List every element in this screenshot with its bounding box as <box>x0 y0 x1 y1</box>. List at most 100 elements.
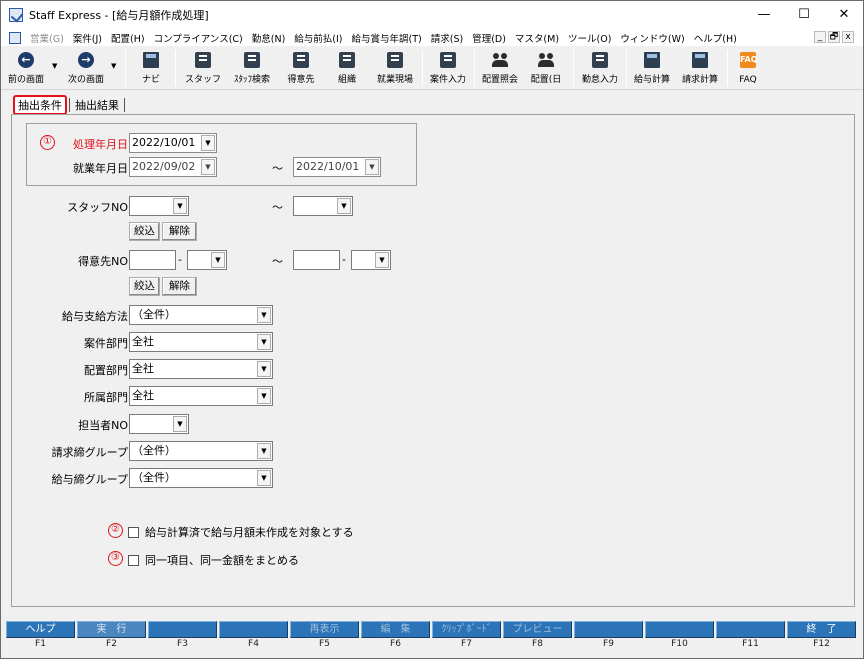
option-merge-checkbox[interactable]: 同一項目、同一金額をまとめる <box>128 552 299 568</box>
chevron-down-icon[interactable]: ▼ <box>201 135 215 151</box>
tab-extract-conditions[interactable]: 抽出条件 <box>13 95 67 115</box>
f1-label: F1 <box>35 639 46 649</box>
prev-dropdown-icon[interactable]: ▼ <box>52 62 57 70</box>
client-no-to-b-select[interactable]: ▼ <box>351 250 391 270</box>
toolbar-separator <box>175 50 176 86</box>
client-filter-button[interactable]: 絞込 <box>129 277 160 296</box>
staff-button[interactable]: スタッフ <box>183 48 223 88</box>
f4-button[interactable] <box>219 621 288 638</box>
placement-dept-value: 全社 <box>132 362 154 375</box>
staff-no-label: スタッフNO <box>67 201 128 214</box>
payroll-calc-button[interactable]: 給与計算 <box>629 48 675 88</box>
f2-execute-button[interactable]: 実 行 <box>77 621 146 638</box>
navi-icon <box>143 52 159 68</box>
pay-method-select[interactable]: （全件） ▼ <box>129 305 273 325</box>
chevron-down-icon[interactable]: ▼ <box>173 198 187 214</box>
chevron-down-icon[interactable]: ▼ <box>337 198 351 214</box>
faq-button[interactable]: FAQ FAQ <box>731 48 765 88</box>
menu-salary-advance[interactable]: 給与前払(I) <box>294 31 342 45</box>
client-no-to-a-input[interactable] <box>293 250 340 270</box>
option-uncreated-checkbox[interactable]: 給与計算済で給与月額未作成を対象とする <box>128 524 354 540</box>
placement-inquiry-button[interactable]: 配置照会 <box>477 48 523 88</box>
menu-window[interactable]: ウィンドウ(W) <box>620 31 684 45</box>
worksite-button[interactable]: 就業現場 <box>371 48 419 88</box>
next-dropdown-icon[interactable]: ▼ <box>111 62 116 70</box>
minimize-button[interactable]: — <box>749 5 779 25</box>
close-button[interactable]: ✕ <box>829 5 859 25</box>
menu-compliance[interactable]: コンプライアンス(C) <box>154 31 243 45</box>
checkbox-box[interactable] <box>128 554 139 566</box>
staff-clear-button[interactable]: 解除 <box>162 222 197 241</box>
tab-extract-results[interactable]: 抽出結果 <box>72 96 122 114</box>
menu-master[interactable]: マスタ(M) <box>515 31 559 45</box>
staff-no-to-select[interactable]: ▼ <box>293 196 353 216</box>
chevron-down-icon[interactable]: ▼ <box>375 252 389 268</box>
menu-attendance[interactable]: 勤怠(N) <box>252 31 286 45</box>
menu-billing[interactable]: 請求(S) <box>431 31 463 45</box>
work-date-from-picker[interactable]: 2022/09/02 ▼ <box>129 157 217 177</box>
document-icon[interactable] <box>9 31 21 44</box>
staff-no-from-select[interactable]: ▼ <box>129 196 189 216</box>
processing-date-picker[interactable]: 2022/10/01 ▼ <box>129 133 217 153</box>
chevron-down-icon[interactable]: ▼ <box>257 334 271 350</box>
client-clear-button[interactable]: 解除 <box>162 277 197 296</box>
f6-edit-button[interactable]: 編 集 <box>361 621 430 638</box>
menu-help[interactable]: ヘルプ(H) <box>694 31 737 45</box>
staff-search-label: ｽﾀｯﾌ検索 <box>233 75 270 85</box>
range-separator: ～ <box>272 255 283 268</box>
navi-button[interactable]: ナビ <box>133 48 169 88</box>
work-date-to-picker[interactable]: 2022/10/01 ▼ <box>293 157 381 177</box>
work-date-label: 就業年月日 <box>73 162 128 175</box>
mdi-close-button[interactable]: x <box>842 31 854 43</box>
f1-help-button[interactable]: ヘルプ <box>6 621 75 638</box>
placement-dept-select[interactable]: 全社 ▼ <box>129 359 273 379</box>
f5-refresh-button[interactable]: 再表示 <box>290 621 359 638</box>
chevron-down-icon[interactable]: ▼ <box>257 470 271 486</box>
belong-dept-select[interactable]: 全社 ▼ <box>129 386 273 406</box>
billing-calc-button[interactable]: 請求計算 <box>677 48 723 88</box>
chevron-down-icon[interactable]: ▼ <box>257 388 271 404</box>
organization-button[interactable]: 組織 <box>327 48 367 88</box>
chevron-down-icon[interactable]: ▼ <box>257 361 271 377</box>
placement-daily-button[interactable]: 配置(日 <box>525 48 567 88</box>
chevron-down-icon[interactable]: ▼ <box>365 159 379 175</box>
menu-placement[interactable]: 配置(H) <box>111 31 145 45</box>
chevron-down-icon[interactable]: ▼ <box>257 307 271 323</box>
mdi-restore-button[interactable]: 🗗 <box>828 31 840 43</box>
chevron-down-icon[interactable]: ▼ <box>211 252 225 268</box>
staff-filter-button[interactable]: 絞込 <box>129 222 160 241</box>
client-no-from-b-select[interactable]: ▼ <box>187 250 227 270</box>
f12-exit-button[interactable]: 終 了 <box>787 621 856 638</box>
chevron-down-icon[interactable]: ▼ <box>173 416 187 432</box>
job-entry-button[interactable]: 案件入力 <box>425 48 471 88</box>
menu-payroll-bonus[interactable]: 給与賞与年調(T) <box>352 31 422 45</box>
next-screen-label: 次の画面 <box>67 75 104 85</box>
payroll-group-select[interactable]: （全件） ▼ <box>129 468 273 488</box>
f11-button[interactable] <box>716 621 785 638</box>
billing-group-select[interactable]: （全件） ▼ <box>129 441 273 461</box>
f8-preview-button[interactable]: プレビュー <box>503 621 572 638</box>
f3-button[interactable] <box>148 621 217 638</box>
option-merge-label: 同一項目、同一金額をまとめる <box>145 554 299 567</box>
maximize-button[interactable]: ☐ <box>789 5 819 25</box>
attendance-entry-button[interactable]: 勤怠入力 <box>577 48 623 88</box>
prev-screen-button[interactable]: ← 前の画面 <box>3 48 49 88</box>
client-button[interactable]: 得意先 <box>281 48 321 88</box>
checkbox-box[interactable] <box>128 526 139 538</box>
f7-clipboard-button[interactable]: ｸﾘｯﾌﾟﾎﾞｰﾄﾞ <box>432 621 501 638</box>
staff-in-charge-select[interactable]: ▼ <box>129 414 189 434</box>
client-no-from-a-input[interactable] <box>129 250 176 270</box>
f9-button[interactable] <box>574 621 643 638</box>
menu-tools[interactable]: ツール(O) <box>568 31 611 45</box>
chevron-down-icon[interactable]: ▼ <box>201 159 215 175</box>
arrow-left-icon: ← <box>18 52 34 68</box>
mdi-minimize-button[interactable]: _ <box>814 31 826 43</box>
staff-search-button[interactable]: ｽﾀｯﾌ検索 <box>229 48 275 88</box>
menu-project[interactable]: 案件(J) <box>73 31 102 45</box>
chevron-down-icon[interactable]: ▼ <box>257 443 271 459</box>
f10-button[interactable] <box>645 621 714 638</box>
project-dept-select[interactable]: 全社 ▼ <box>129 332 273 352</box>
menu-sales[interactable]: 営業(G) <box>30 31 64 45</box>
next-screen-button[interactable]: → 次の画面 <box>63 48 109 88</box>
menu-admin[interactable]: 管理(D) <box>472 31 506 45</box>
